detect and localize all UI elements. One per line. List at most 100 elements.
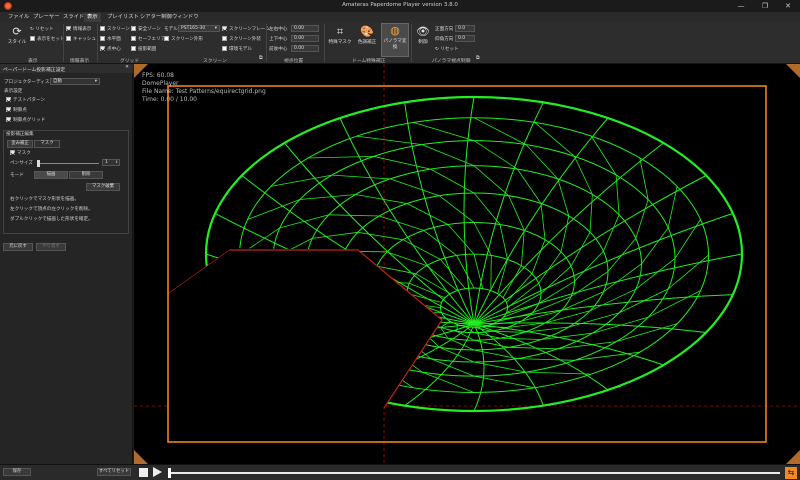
projector-display-select[interactable]: 自動 ▾ bbox=[50, 78, 100, 85]
separator bbox=[63, 24, 64, 62]
mesh-diagonal bbox=[386, 251, 427, 266]
maximize-button[interactable]: ❐ bbox=[754, 1, 776, 11]
palette-icon: 🎨 bbox=[360, 25, 374, 38]
group-label-view: 視点位置 bbox=[284, 59, 304, 64]
screen-outline-checkbox[interactable]: スクリーン外形 bbox=[164, 36, 203, 42]
mesh-diagonal bbox=[357, 231, 403, 241]
panorama-convert-button[interactable]: ◍ パノラマ変換 bbox=[381, 23, 409, 57]
mode-draw-button[interactable]: 描画 bbox=[34, 171, 68, 179]
grid-dot-center-checkbox[interactable]: 点中心 bbox=[100, 46, 121, 52]
safe-area-checkbox[interactable]: セーフエリア bbox=[131, 36, 165, 42]
mesh-diagonal bbox=[508, 346, 558, 350]
v-center-label: 上下中心 bbox=[269, 37, 288, 42]
group-label-grid: グリッド bbox=[120, 59, 140, 64]
pen-size-slider[interactable] bbox=[37, 163, 99, 164]
eye-icon: 👁 bbox=[416, 25, 430, 38]
mode-label: モード bbox=[10, 173, 24, 178]
mesh-diagonal bbox=[497, 259, 508, 294]
save-display-checkbox[interactable]: 表示をセット bbox=[30, 36, 65, 42]
crop-mask-button[interactable]: ⌗ 特殊マスク bbox=[326, 25, 354, 57]
mode-erase-button[interactable]: 削除 bbox=[69, 171, 103, 179]
grid-horizontal-checkbox[interactable]: 水平面 bbox=[100, 36, 121, 42]
screen-expand-icon[interactable]: ⧉ bbox=[259, 55, 263, 61]
separator bbox=[324, 24, 325, 62]
screen-proj-checkbox[interactable]: スクリーン外装 bbox=[222, 36, 261, 42]
menu-view[interactable]: 表示 bbox=[84, 13, 101, 22]
mesh-diagonal bbox=[499, 337, 542, 340]
color-correct-button[interactable]: 🎨 色調補正 bbox=[353, 25, 381, 57]
pen-size-slider-handle[interactable] bbox=[37, 160, 40, 167]
tab-mask[interactable]: マスク bbox=[34, 140, 60, 148]
ribbon-toolbar: ⟳ スタイル ↻ リセット 表示をセット 表示 情報表示 キャッシュ 情報表示 … bbox=[0, 22, 800, 64]
pano-reset-button[interactable]: ↻ リセット bbox=[435, 46, 459, 52]
menu-player[interactable]: プレーヤー bbox=[30, 13, 63, 22]
model-select[interactable]: PST165-30 ▾ bbox=[178, 25, 220, 32]
mask-clear-button[interactable]: マスク破棄 bbox=[86, 183, 120, 191]
mesh-diagonal bbox=[557, 178, 570, 217]
mesh-diagonal bbox=[534, 122, 575, 157]
mesh-diagonal bbox=[473, 254, 484, 289]
env-model-checkbox[interactable]: 環境モデル bbox=[222, 46, 252, 52]
loop-icon[interactable]: ⇆ bbox=[785, 467, 797, 479]
mesh-diagonal bbox=[413, 122, 475, 141]
pen-size-stepper[interactable]: 1 ⇕ bbox=[102, 159, 120, 166]
mesh-diagonal bbox=[667, 254, 709, 290]
redo-button[interactable]: やり直す bbox=[36, 243, 66, 251]
reset-display-button[interactable]: ↻ リセット bbox=[30, 26, 54, 32]
mesh-diagonal bbox=[473, 192, 501, 225]
file-name: File Name: Test Patterns/equirectgrid.pn… bbox=[142, 88, 266, 95]
safe-zone-checkbox[interactable]: 安全ゾーン bbox=[131, 26, 161, 32]
dome-viewport[interactable]: FPS: 60.08 DomePlayer File Name: Test Pa… bbox=[134, 64, 800, 464]
style-button[interactable]: ⟳ スタイル bbox=[3, 25, 31, 57]
chevron-down-icon: ▾ bbox=[94, 79, 97, 84]
save-button[interactable]: 保存 bbox=[3, 468, 31, 476]
seek-handle[interactable] bbox=[168, 468, 171, 478]
tab-distort[interactable]: 歪み補正 bbox=[7, 140, 33, 148]
cache-checkbox[interactable]: キャッシュ bbox=[66, 36, 96, 42]
info-display-checkbox[interactable]: 情報表示 bbox=[66, 26, 91, 32]
group-label-screen: スクリーン bbox=[203, 59, 227, 64]
mesh-diagonal bbox=[423, 230, 457, 256]
mesh-diagonal bbox=[502, 265, 522, 298]
help-text-3: ダブルクリックで描画した形状を確定。 bbox=[10, 217, 93, 222]
dome-grid-canvas[interactable] bbox=[134, 64, 800, 464]
menu-window[interactable]: ウィンドウ bbox=[169, 13, 202, 22]
mesh-diagonal bbox=[635, 199, 649, 239]
seek-bar[interactable] bbox=[168, 472, 780, 474]
mesh-diagonal bbox=[308, 156, 374, 159]
control-grid-checkbox[interactable]: 制御点グリッド bbox=[6, 117, 45, 123]
mesh-diagonal bbox=[589, 288, 636, 312]
screen-frame-checkbox[interactable]: スクリーンフレーム bbox=[222, 26, 270, 32]
test-pattern-checkbox[interactable]: テストパターン bbox=[6, 97, 45, 103]
group-label-pano: パノラマ視点制御 bbox=[432, 59, 471, 64]
pitch-label: 仰角方向 bbox=[435, 37, 454, 42]
v-center-input[interactable]: 0.00 bbox=[291, 35, 319, 42]
minimize-button[interactable]: — bbox=[730, 1, 752, 11]
yaw-input[interactable]: 0.0 bbox=[455, 25, 475, 32]
mesh-diagonal bbox=[456, 255, 475, 289]
stop-icon[interactable] bbox=[139, 468, 148, 477]
projector-range-checkbox[interactable]: 投影範囲 bbox=[131, 46, 156, 52]
pano-control-button[interactable]: 👁 制御 bbox=[413, 25, 433, 57]
group-label-dome: ドーム特殊補正 bbox=[352, 59, 386, 64]
mesh-diagonal bbox=[490, 255, 492, 291]
separator bbox=[97, 24, 98, 62]
grid-screen-checkbox[interactable]: スクリーン bbox=[100, 26, 130, 32]
pitch-input[interactable]: 0.0 bbox=[455, 35, 475, 42]
play-icon[interactable] bbox=[153, 467, 162, 477]
reset-all-button[interactable]: すべてリセット bbox=[97, 468, 131, 476]
panel-close-button[interactable]: ✕ bbox=[125, 65, 129, 70]
mask-fill-left bbox=[168, 250, 230, 408]
mesh-diagonal bbox=[570, 232, 591, 267]
h-center-input[interactable]: 0.00 bbox=[291, 25, 319, 32]
fwd-center-input[interactable]: 0.00 bbox=[291, 45, 319, 52]
control-point-checkbox[interactable]: 制御点 bbox=[6, 107, 27, 113]
corner-marker-tr bbox=[786, 64, 800, 78]
pano-expand-icon[interactable]: ⧉ bbox=[476, 55, 480, 61]
undo-button[interactable]: 元に戻す bbox=[3, 243, 33, 251]
close-button[interactable]: ✕ bbox=[777, 1, 799, 11]
mesh-diagonal bbox=[589, 194, 593, 233]
menu-file[interactable]: ファイル bbox=[5, 13, 32, 22]
mesh-diagonal bbox=[574, 250, 604, 282]
mask-checkbox[interactable]: マスク bbox=[10, 150, 31, 156]
